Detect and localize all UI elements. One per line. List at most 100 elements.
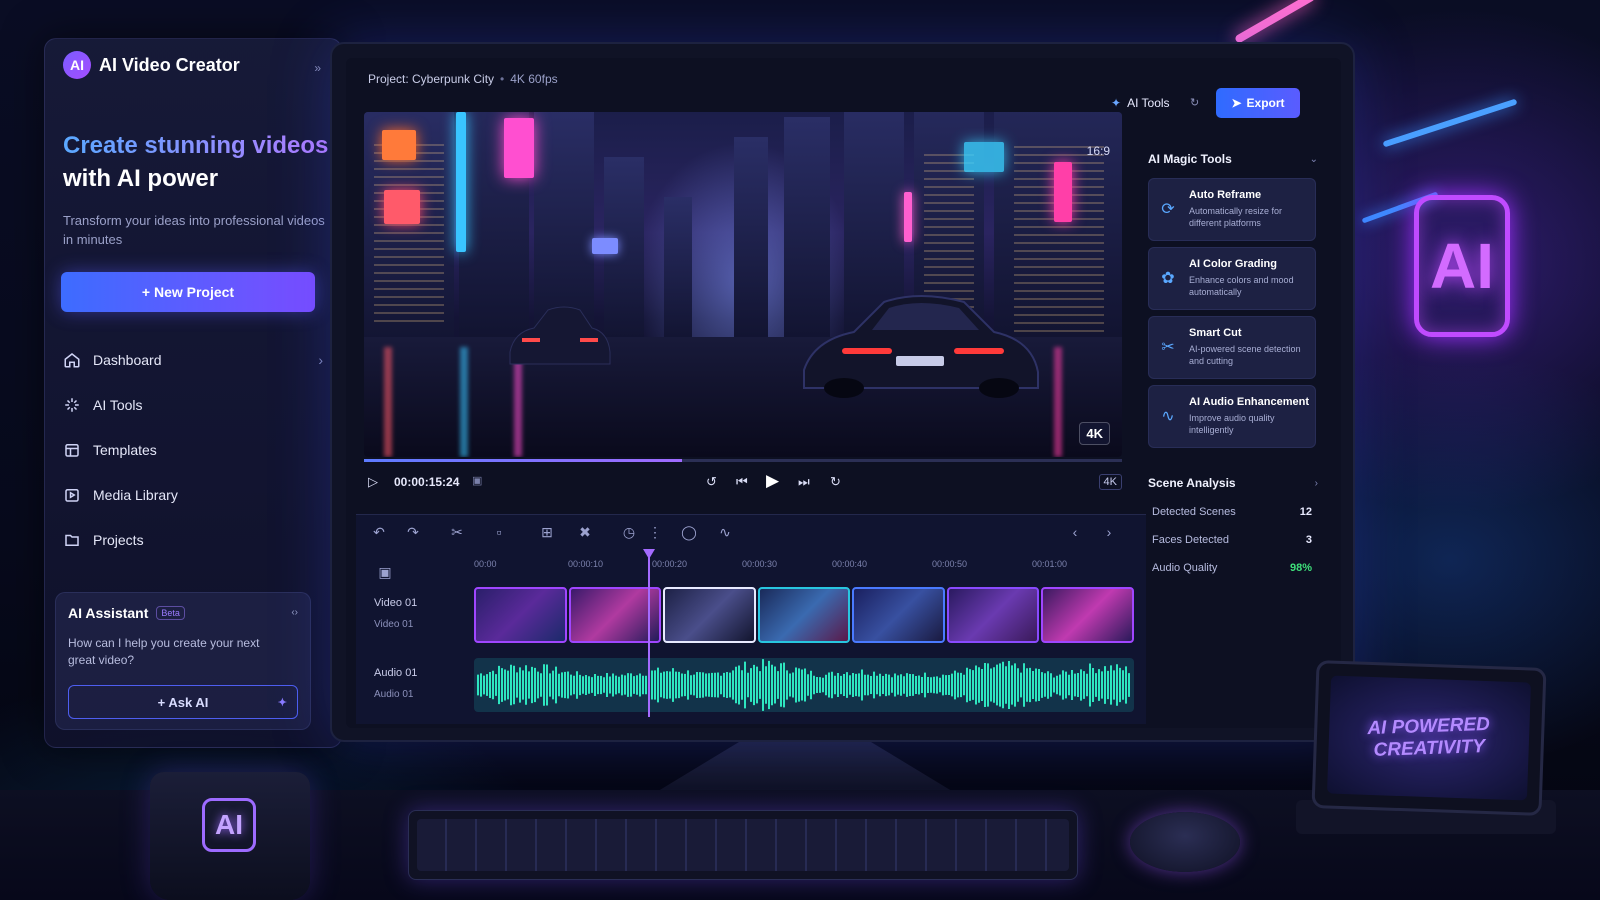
- magic-tools-title: AI Magic Tools: [1148, 152, 1232, 166]
- template-icon: [65, 443, 79, 457]
- sidebar-item-projects[interactable]: Projects: [63, 517, 323, 562]
- aspect-ratio-label: 16:9: [1086, 144, 1110, 158]
- timeline-ruler: 00:00 00:00:10 00:00:20 00:00:30 00:00:4…: [474, 559, 1124, 573]
- ruler-tick: 00:00:40: [832, 559, 868, 569]
- brand[interactable]: AI AI Video Creator: [63, 51, 240, 79]
- ai-tools-button[interactable]: ✦ AI Tools: [1111, 96, 1170, 110]
- tablet-text: AI POWERED CREATIVITY: [1367, 713, 1491, 761]
- scissors-icon[interactable]: ✂: [448, 523, 466, 541]
- undo-icon[interactable]: ↶: [370, 523, 388, 541]
- new-project-button[interactable]: + New Project: [61, 272, 315, 312]
- redo-icon[interactable]: ↷: [404, 523, 422, 541]
- tablet-screen: AI POWERED CREATIVITY: [1327, 675, 1531, 801]
- play-button[interactable]: ▶: [766, 471, 779, 491]
- ruler-tick: 00:00:20: [652, 559, 688, 569]
- brand-logo: AI: [63, 51, 91, 79]
- timeline-toolbar: ↶ ↷ ✂ ▫ ⊞ ✖ ◷ ⋮ ◯ ∿ ‹ ›: [370, 523, 1130, 543]
- sparkle-icon: [65, 397, 79, 412]
- hero-title-line1: Create stunning videos: [63, 129, 333, 162]
- ai-color-grading-card[interactable]: ✿ AI Color Grading Enhance colors and mo…: [1148, 247, 1316, 310]
- zoom-out-icon[interactable]: ‹: [1066, 523, 1084, 541]
- palette-icon: ✿: [1161, 270, 1175, 287]
- neon-ai-sign: AI: [1414, 195, 1510, 337]
- mouse: [1130, 812, 1240, 872]
- speed-icon[interactable]: ◷: [620, 523, 638, 541]
- video-clip[interactable]: [757, 587, 851, 643]
- tool-name: AI Audio Enhancement: [1189, 396, 1309, 408]
- playback-progress[interactable]: [364, 459, 1122, 462]
- timecode: 00:00:15:24: [394, 475, 460, 489]
- export-label: Export: [1246, 96, 1285, 110]
- loop-icon[interactable]: ↻: [830, 474, 841, 490]
- skip-forward-icon[interactable]: ⏭: [798, 474, 810, 490]
- video-preview[interactable]: 16:9 4K: [364, 112, 1122, 457]
- auto-reframe-card[interactable]: ⟳ Auto Reframe Automatically resize for …: [1148, 178, 1316, 241]
- sparkle-icon: ✦: [1111, 96, 1122, 110]
- chevron-down-icon[interactable]: ⌄: [1310, 154, 1318, 165]
- sidebar-item-label: Dashboard: [93, 351, 162, 368]
- ai-assistant-title: AI Assistant: [68, 605, 149, 621]
- timeline: ↶ ↷ ✂ ▫ ⊞ ✖ ◷ ⋮ ◯ ∿ ‹ › ▣ 00:00 00:00:10…: [356, 514, 1146, 724]
- progress-fill: [364, 459, 683, 462]
- effects-icon[interactable]: ◯: [680, 523, 698, 541]
- sidebar-item-dashboard[interactable]: Dashboard ›: [63, 337, 323, 382]
- chevron-right-icon[interactable]: ›: [1315, 478, 1318, 489]
- sidebar-item-ai-tools[interactable]: AI Tools: [63, 382, 323, 427]
- waveform-icon: ∿: [1161, 408, 1175, 425]
- skip-back-icon[interactable]: ⏮: [736, 474, 748, 490]
- transition-icon[interactable]: ∿: [716, 523, 734, 541]
- ask-ai-button[interactable]: + Ask AI ✦: [68, 685, 298, 719]
- tool-description: AI-powered scene detection and cutting: [1189, 344, 1301, 366]
- stat-value: 3: [1305, 534, 1312, 546]
- track-settings-icon[interactable]: ▣: [376, 563, 394, 581]
- stat-value: 12: [1299, 506, 1312, 518]
- video-clip[interactable]: [474, 587, 567, 643]
- play-icon[interactable]: ▷: [368, 474, 378, 490]
- tool-description: Automatically resize for different platf…: [1189, 206, 1283, 228]
- ai-assistant-header: AI Assistant Beta: [68, 605, 185, 621]
- chevrons-right-icon[interactable]: »: [314, 61, 321, 75]
- minimize-icon[interactable]: ‹›: [291, 607, 298, 618]
- zoom-in-icon[interactable]: ›: [1100, 523, 1118, 541]
- keyboard: [408, 810, 1078, 880]
- audio-track[interactable]: [474, 658, 1134, 712]
- delete-icon[interactable]: ▫: [490, 523, 508, 541]
- sidebar-nav: Dashboard › AI Tools Templates Media Lib…: [63, 337, 323, 562]
- car-image: [803, 295, 1039, 398]
- sidebar-item-media-library[interactable]: Media Library: [63, 472, 323, 517]
- video-clip[interactable]: [852, 587, 945, 643]
- ai-assistant-card: AI Assistant Beta ‹› How can I help you …: [55, 592, 311, 730]
- smart-cut-card[interactable]: ✂ Smart Cut AI-powered scene detection a…: [1148, 316, 1316, 379]
- playback-controls: ▷ 00:00:15:24 ▣ ↺ ⏮ ▶ ⏭ ↻ 4K: [364, 466, 1122, 500]
- stat-label: Audio Quality: [1152, 562, 1218, 574]
- video-clip[interactable]: [663, 587, 756, 643]
- project-title: Project: Cyberpunk City: [368, 72, 495, 86]
- playhead[interactable]: [648, 551, 650, 717]
- resolution-selector[interactable]: 4K: [1098, 474, 1122, 490]
- sidebar-item-label: AI Tools: [93, 396, 143, 413]
- ruler-tick: 00:00:10: [568, 559, 604, 569]
- hero: Create stunning videos with AI power Tra…: [63, 129, 333, 249]
- ruler-tick: 00:01:00: [1032, 559, 1068, 569]
- split-icon[interactable]: ✖: [576, 523, 594, 541]
- marker-icon[interactable]: ⋮: [646, 523, 664, 541]
- video-track: [474, 587, 1135, 643]
- refresh-icon[interactable]: ↻: [1190, 96, 1199, 109]
- caption-icon[interactable]: ▣: [472, 474, 482, 487]
- rewind-icon[interactable]: ↺: [706, 474, 717, 490]
- media-icon: [65, 488, 79, 502]
- audio-track-sublabel: Audio 01: [374, 689, 414, 700]
- mug-ai-logo: AI: [202, 798, 256, 852]
- neon-light: [1382, 98, 1518, 148]
- monitor: Project: Cyberpunk City • 4K 60fps ✦ AI To…: [330, 42, 1355, 742]
- ruler-tick: 00:00:50: [932, 559, 968, 569]
- crop-icon[interactable]: ⊞: [538, 523, 556, 541]
- video-track-label: Video 01: [374, 597, 418, 609]
- video-clip[interactable]: [946, 587, 1040, 643]
- ai-audio-enhancement-card[interactable]: ∿ AI Audio Enhancement Improve audio qua…: [1148, 385, 1316, 448]
- sidebar-item-templates[interactable]: Templates: [63, 427, 323, 472]
- video-clip[interactable]: [1041, 587, 1135, 643]
- app-name: AI Video Creator: [99, 54, 240, 75]
- ai-assistant-question: How can I help you create your next grea…: [68, 636, 260, 667]
- tool-description: Improve audio quality intelligently: [1189, 413, 1275, 435]
